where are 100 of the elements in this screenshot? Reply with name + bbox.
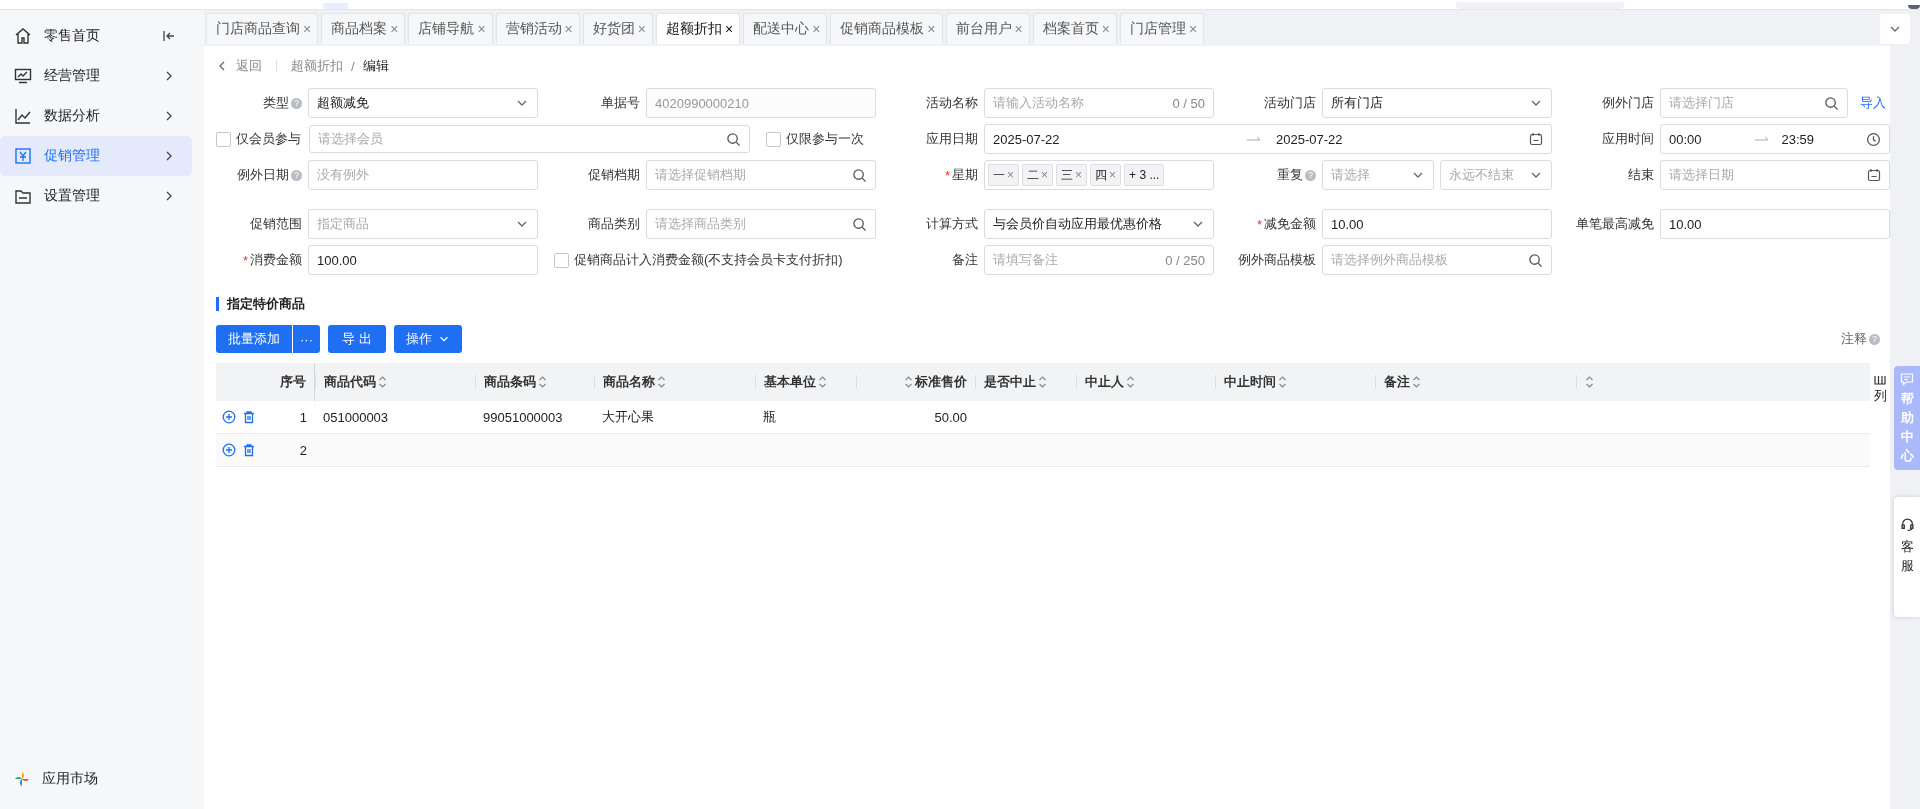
arrow-right-icon bbox=[1753, 135, 1770, 143]
tab[interactable]: 超额折扣 × bbox=[655, 13, 741, 44]
tab[interactable]: 门店商品查询 × bbox=[206, 13, 319, 44]
field-label: 结束 bbox=[1628, 166, 1654, 184]
input-field[interactable]: 10.00 bbox=[1660, 209, 1890, 239]
tab[interactable]: 好货团 × bbox=[582, 13, 653, 44]
sidebar-item[interactable]: 设置管理 bbox=[0, 176, 192, 216]
sidebar-item[interactable]: 促销管理 bbox=[0, 136, 192, 176]
weekday-tag[interactable]: 二 × bbox=[1022, 164, 1054, 186]
weekday-tag[interactable]: 四 × bbox=[1090, 164, 1122, 186]
select-field[interactable]: 所有门店 bbox=[1322, 88, 1552, 118]
sort-icon[interactable] bbox=[1038, 375, 1047, 389]
tab[interactable]: 前台用户 × bbox=[945, 13, 1030, 44]
field-label: 商品类别 bbox=[588, 215, 640, 233]
export-button[interactable]: 导 出 bbox=[328, 325, 386, 353]
sort-icon[interactable] bbox=[1126, 375, 1135, 389]
field-label: 活动名称 bbox=[926, 94, 978, 112]
monitor-chart-icon bbox=[14, 67, 32, 85]
field-label: 活动门店 bbox=[1264, 94, 1316, 112]
tab[interactable]: 门店管理 × bbox=[1119, 13, 1205, 44]
pinwheel-icon bbox=[14, 771, 30, 787]
tab[interactable]: 档案首页 × bbox=[1032, 13, 1117, 44]
checkbox[interactable]: 仅会员参与 bbox=[216, 130, 301, 148]
sort-icon[interactable] bbox=[657, 375, 666, 389]
sort-icon[interactable] bbox=[904, 375, 913, 389]
input-field[interactable]: 10.00 bbox=[1322, 209, 1552, 239]
folder-icon bbox=[14, 187, 32, 205]
input-field[interactable]: 100.00 bbox=[308, 245, 538, 275]
customer-service-button[interactable]: 客服 bbox=[1894, 497, 1920, 617]
weekday-tag[interactable]: 一 × bbox=[988, 164, 1019, 186]
sort-icon[interactable] bbox=[1585, 375, 1594, 389]
weekday-tag[interactable]: 三 × bbox=[1056, 164, 1088, 186]
field-label: 减免金额 bbox=[1264, 215, 1316, 233]
app-market-item[interactable]: 应用市场 bbox=[0, 761, 204, 797]
sort-icon[interactable] bbox=[818, 375, 827, 389]
field-label: 消费金额 bbox=[250, 251, 302, 269]
row-number: 2 bbox=[299, 442, 307, 458]
select-field[interactable]: 与会员价自动应用最优惠价格 bbox=[984, 209, 1214, 239]
field-label: 促销档期 bbox=[588, 166, 640, 184]
search-icon bbox=[852, 167, 867, 183]
tab[interactable]: 促销商品模板 × bbox=[830, 13, 943, 44]
date-range-field[interactable]: 2025-07-22 2025-07-22 bbox=[984, 124, 1552, 154]
add-row-icon[interactable] bbox=[222, 410, 236, 424]
checkbox[interactable]: 仅限参与一次 bbox=[766, 124, 864, 154]
input-field[interactable]: 请填写备注 0 / 250 bbox=[984, 245, 1214, 275]
calendar-icon bbox=[1867, 168, 1881, 182]
checkbox[interactable]: 促销商品计入消费金额(不支持会员卡支付折扣) bbox=[554, 251, 843, 269]
message-icon bbox=[1900, 372, 1914, 386]
field-label: 例外门店 bbox=[1602, 94, 1654, 112]
select-field[interactable]: 超额减免 bbox=[308, 88, 538, 118]
field-label: 备注 bbox=[952, 251, 978, 269]
field-label: 类型 bbox=[263, 94, 289, 112]
column-settings-label[interactable]: 列 bbox=[1873, 387, 1887, 405]
column-header: 备注 bbox=[1384, 373, 1410, 391]
sort-icon[interactable] bbox=[538, 375, 547, 389]
operate-button[interactable]: 操作 bbox=[393, 325, 462, 353]
search-icon bbox=[1824, 95, 1839, 111]
required-mark: * bbox=[944, 167, 950, 183]
sort-icon[interactable] bbox=[1278, 375, 1287, 389]
column-header: 商品条码 bbox=[484, 373, 536, 391]
columns-icon[interactable] bbox=[1874, 375, 1886, 385]
tabs-dropdown-button[interactable] bbox=[1880, 14, 1910, 44]
breadcrumb-separator: / bbox=[351, 58, 355, 74]
sidebar-item[interactable]: 经营管理 bbox=[0, 56, 192, 96]
column-header: 是否中止 bbox=[984, 373, 1036, 391]
add-row-icon[interactable] bbox=[222, 443, 236, 457]
tag-select-field[interactable]: 一 × 二 × 三 × 四 × + 3 ... bbox=[984, 160, 1214, 190]
sidebar-item[interactable]: 零售首页 bbox=[0, 16, 192, 56]
search-icon bbox=[726, 131, 741, 147]
tab[interactable]: 商品档案 × bbox=[321, 13, 406, 44]
sidebar-item[interactable]: 数据分析 bbox=[0, 96, 192, 136]
column-header: 中止时间 bbox=[1224, 373, 1276, 391]
column-header: 商品代码 bbox=[324, 373, 376, 391]
note-label: 注释 bbox=[1841, 330, 1867, 348]
delete-icon[interactable] bbox=[242, 410, 256, 424]
collapse-sidebar-icon[interactable] bbox=[162, 29, 176, 43]
sort-icon[interactable] bbox=[378, 375, 387, 389]
field-label: 例外日期 bbox=[237, 166, 289, 184]
back-link[interactable]: 返回 bbox=[236, 57, 262, 75]
section-title: 指定特价商品 bbox=[227, 295, 305, 313]
avatar[interactable] bbox=[1908, 5, 1920, 9]
more-tag[interactable]: + 3 ... bbox=[1124, 164, 1165, 186]
tab[interactable]: 店铺导航 × bbox=[408, 13, 493, 44]
input-field[interactable]: 请输入活动名称 0 / 50 bbox=[984, 88, 1214, 118]
tab[interactable]: 营销活动 × bbox=[495, 13, 580, 44]
breadcrumb-item[interactable]: 超额折扣 bbox=[291, 57, 343, 75]
line-chart-icon bbox=[14, 107, 32, 125]
field-label: 例外商品模板 bbox=[1238, 251, 1316, 269]
delete-icon[interactable] bbox=[242, 443, 256, 457]
more-button[interactable]: ··· bbox=[293, 325, 320, 353]
field-label: 应用日期 bbox=[926, 130, 978, 148]
batch-add-button[interactable]: 批量添加 bbox=[216, 325, 292, 353]
import-link[interactable]: 导入 bbox=[1856, 94, 1890, 112]
time-range-field[interactable]: 00:00 23:59 bbox=[1660, 124, 1890, 154]
field-label: 重复 bbox=[1277, 166, 1303, 184]
required-mark: * bbox=[242, 252, 248, 268]
search-field[interactable] bbox=[1455, 2, 1625, 9]
sort-icon[interactable] bbox=[1412, 375, 1421, 389]
column-header: 序号 bbox=[280, 373, 306, 391]
tab[interactable]: 配送中心 × bbox=[743, 13, 828, 44]
